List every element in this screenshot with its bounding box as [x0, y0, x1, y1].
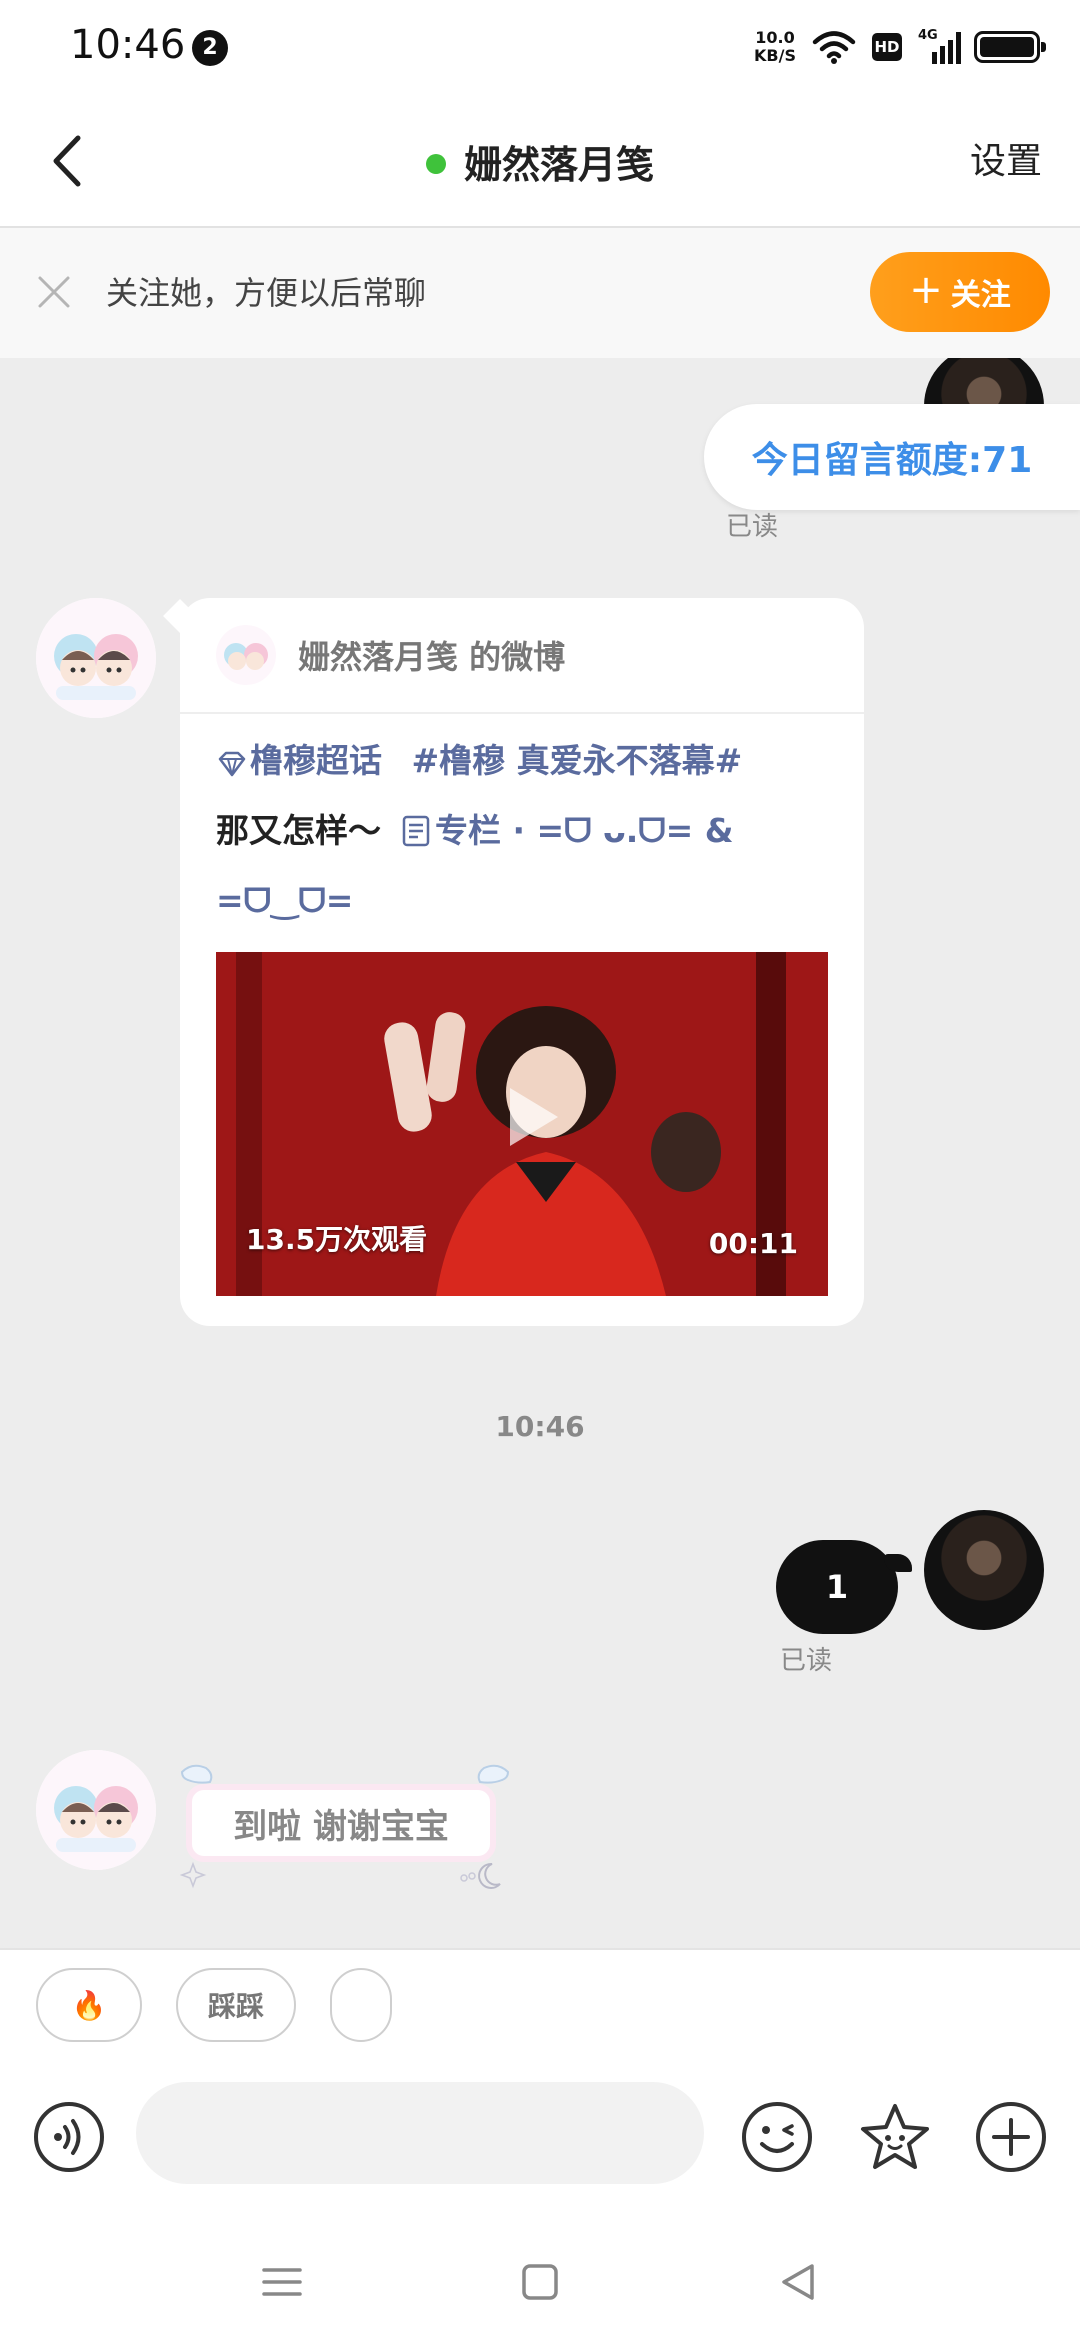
- hd-icon: HD: [872, 33, 902, 61]
- emoticon-text-1: · =ᗜ ᴗ.ᗜ= &: [512, 811, 734, 850]
- net-speed-unit: KB/S: [754, 46, 796, 65]
- daily-quota-banner: 今日留言额度:71: [704, 404, 1080, 510]
- chat-messages[interactable]: 今日留言额度:71 已读 姗然落月笺 的微博 橹穆超话 #橹穆 真爱永不落幕# …: [0, 358, 1080, 1948]
- follow-button-label: 关注: [950, 278, 1011, 313]
- net-speed: 10.0 KB/S: [754, 29, 796, 65]
- cute-avatar-illustration: [36, 1750, 156, 1870]
- fire-icon: 🔥: [71, 1988, 107, 2022]
- received-message-bubble[interactable]: 到啦 谢谢宝宝: [180, 1760, 510, 1890]
- back-triangle-icon[interactable]: [770, 2254, 826, 2310]
- message-input[interactable]: [136, 2082, 704, 2184]
- received-message-text: 到啦 谢谢宝宝: [186, 1784, 496, 1862]
- message-input-bar: [0, 2058, 1080, 2218]
- quick-reply-empty[interactable]: [330, 1968, 392, 2042]
- wifi-icon: [812, 31, 856, 64]
- hashtag-link[interactable]: #橹穆 真爱永不落幕#: [412, 741, 743, 780]
- video-view-count: 13.5万次观看: [246, 1223, 428, 1256]
- sent-message-bubble[interactable]: 1: [776, 1540, 912, 1634]
- video-thumbnail[interactable]: 13.5万次观看 00:11: [216, 952, 828, 1296]
- contact-avatar[interactable]: [36, 1750, 156, 1870]
- video-duration: 00:11: [708, 1227, 798, 1260]
- message-timestamp: 10:46: [495, 1410, 585, 1443]
- sticker-star-icon[interactable]: [858, 2100, 932, 2174]
- cute-avatar-illustration: [36, 598, 156, 718]
- supertopic-diamond-icon: [218, 751, 246, 777]
- add-icon[interactable]: [974, 2100, 1048, 2174]
- weibo-source-avatar: [216, 625, 276, 685]
- close-icon[interactable]: [34, 272, 74, 312]
- net-speed-value: 10.0: [755, 28, 795, 47]
- status-icons: 10.0 KB/S HD 4G: [754, 24, 1046, 70]
- supertopic-link[interactable]: 橹穆超话: [250, 741, 382, 780]
- weibo-source-name: 姗然落月笺 的微博: [298, 638, 566, 676]
- read-status: 已读: [726, 512, 779, 542]
- contact-avatar[interactable]: [36, 598, 156, 718]
- battery-icon: [974, 31, 1046, 63]
- voice-icon[interactable]: [32, 2100, 106, 2174]
- follow-prompt: 关注她，方便以后常聊: [106, 274, 427, 312]
- notification-badge: 2: [192, 30, 228, 66]
- quick-reply-label: 踩踩: [207, 1990, 264, 2023]
- signal-4g-label: 4G: [918, 28, 938, 43]
- column-doc-icon: [402, 815, 430, 847]
- quick-reply-bar: 🔥 踩踩: [0, 1948, 1080, 2058]
- follow-suggestion-bar: 关注她，方便以后常聊 + 关注: [0, 228, 1080, 358]
- quick-reply-step[interactable]: 踩踩: [176, 1968, 296, 2042]
- contact-name: 姗然落月笺: [463, 143, 654, 187]
- settings-button[interactable]: 设置: [970, 132, 1042, 184]
- home-icon[interactable]: [512, 2254, 568, 2310]
- status-bar: 10:46 2 10.0 KB/S HD 4G: [0, 0, 1080, 96]
- play-icon[interactable]: [484, 1072, 574, 1162]
- weibo-post-text: 橹穆超话 #橹穆 真爱永不落幕# 那又怎样～ 专栏 · =ᗜ ᴗ.ᗜ= & =ᗜ…: [216, 726, 836, 936]
- weibo-card-header: 姗然落月笺 的微博: [180, 598, 864, 714]
- plus-icon: +: [909, 267, 943, 313]
- my-avatar[interactable]: [924, 1510, 1044, 1630]
- emoticon-text-2: =ᗜ‿ᗜ=: [216, 881, 354, 920]
- weibo-share-card[interactable]: 姗然落月笺 的微博 橹穆超话 #橹穆 真爱永不落幕# 那又怎样～ 专栏 · =ᗜ…: [180, 598, 864, 1326]
- chat-header: 姗然落月笺 设置: [0, 96, 1080, 228]
- sent-message-text: 1: [825, 1568, 849, 1606]
- signal-4g-icon: 4G: [918, 28, 961, 64]
- read-status: 已读: [780, 1646, 833, 1676]
- status-time: 10:46: [70, 22, 186, 68]
- chat-title[interactable]: 姗然落月笺: [0, 134, 1080, 189]
- column-link[interactable]: 专栏: [435, 811, 501, 850]
- menu-icon[interactable]: [254, 2254, 310, 2310]
- system-nav-bar: [0, 2218, 1080, 2340]
- weibo-post-caption: 那又怎样～: [216, 811, 381, 850]
- quick-reply-fire[interactable]: 🔥: [36, 1968, 142, 2042]
- online-status-dot: [425, 154, 446, 174]
- emoji-icon[interactable]: [740, 2100, 814, 2174]
- follow-button[interactable]: + 关注: [870, 252, 1050, 332]
